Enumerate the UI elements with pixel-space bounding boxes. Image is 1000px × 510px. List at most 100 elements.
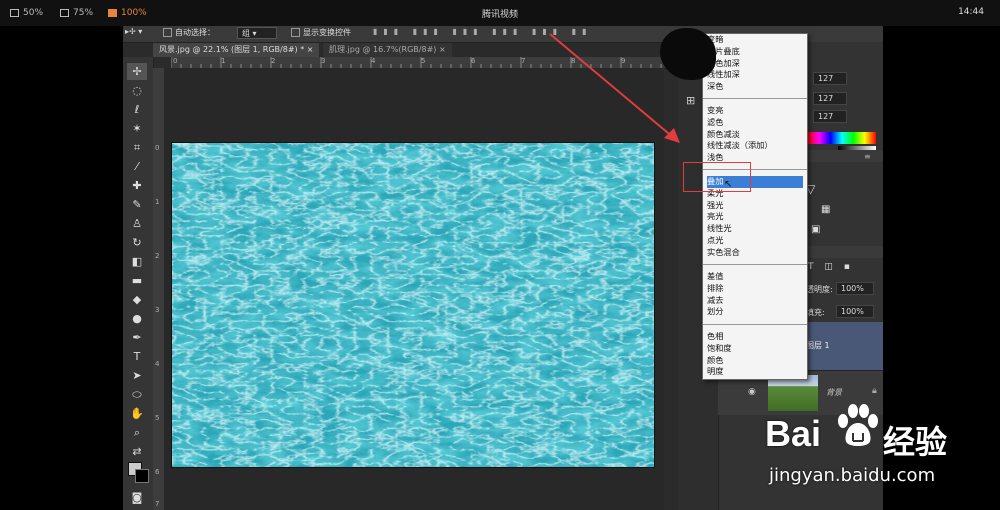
type-tool-icon[interactable]: T xyxy=(127,348,147,365)
blend-mode-menu[interactable]: 变暗 正片叠底 颜色加深 线性加深 深色 变亮 滤色 颜色减淡 线性减淡（添加）… xyxy=(702,33,808,380)
blend-linear-dodge[interactable]: 线性减淡（添加） xyxy=(707,140,803,152)
shape-tool-icon[interactable]: ⬭ xyxy=(127,386,147,403)
checkbox-icon xyxy=(163,28,172,37)
player-title: 腾讯视频 xyxy=(481,10,518,20)
opacity-field[interactable]: 100% xyxy=(836,282,874,295)
quick-mask-icon[interactable]: ◙ xyxy=(127,489,147,506)
blend-hue[interactable]: 色相 xyxy=(707,331,803,343)
stamp-tool-icon[interactable]: ♙ xyxy=(127,215,147,232)
ruler-label: 1 xyxy=(221,57,226,65)
ruler-label: 0 xyxy=(173,57,178,65)
layer-name: 图层 1 xyxy=(806,341,830,350)
lasso-tool-icon[interactable]: ℓ xyxy=(127,101,147,118)
blend-color[interactable]: 颜色 xyxy=(707,355,803,367)
auto-select-checkbox[interactable]: 自动选择： xyxy=(163,27,215,38)
layer-filter-icons[interactable]: T ◫ ▪ xyxy=(808,262,854,272)
fill-label: 填充: xyxy=(806,308,825,317)
ruler-label: 4 xyxy=(371,57,376,65)
ruler-label: 0 xyxy=(155,144,160,152)
ruler-label: 6 xyxy=(155,468,160,476)
grid-adjust-icon[interactable]: ▦ xyxy=(821,204,830,215)
color-r-field[interactable]: 127 xyxy=(813,72,847,85)
eye-icon[interactable]: ◉ xyxy=(748,387,756,397)
eyedropper-icon[interactable]: ⁄ xyxy=(127,158,147,175)
move-tool-icon[interactable]: ✢ xyxy=(127,63,147,80)
watermark-url: jingyan.baidu.com xyxy=(769,465,936,486)
path-select-icon[interactable]: ➤ xyxy=(127,367,147,384)
tools-panel: ✢ ◌ ℓ ✶ ⌗ ⁄ ✚ ✎ ♙ ↻ ◧ ▬ ◆ ● ✒ T ➤ ⬭ ✋ ⌕ … xyxy=(123,57,154,510)
close-icon[interactable]: × xyxy=(439,45,446,54)
dodge-tool-icon[interactable]: ● xyxy=(127,310,147,327)
ruler-label: 6 xyxy=(471,57,476,65)
blend-saturation[interactable]: 饱和度 xyxy=(707,343,803,355)
ruler-label: 3 xyxy=(321,57,326,65)
blend-luminosity[interactable]: 明度 xyxy=(707,366,803,378)
blend-color-burn[interactable]: 颜色加深 xyxy=(707,58,803,70)
move-tool-preset[interactable]: ▸✢ ▾ xyxy=(125,27,142,36)
paint-texture xyxy=(172,143,654,467)
pen-tool-icon[interactable]: ✒ xyxy=(127,329,147,346)
blend-lighten[interactable]: 变亮 xyxy=(707,105,803,117)
hand-tool-icon[interactable]: ✋ xyxy=(127,405,147,422)
color-g-field[interactable]: 127 xyxy=(813,92,847,105)
blend-divide[interactable]: 划分 xyxy=(707,306,803,318)
annotation-highlight-box xyxy=(683,162,751,192)
paw-icon xyxy=(838,404,878,446)
checkbox-icon xyxy=(291,28,300,37)
blend-hard-mix[interactable]: 实色混合 xyxy=(707,247,803,259)
blend-linear-light[interactable]: 线性光 xyxy=(707,223,803,235)
marquee-tool-icon[interactable]: ◌ xyxy=(127,82,147,99)
auto-select-dropdown[interactable]: 组 ▾ xyxy=(237,27,277,39)
ruler-label: 5 xyxy=(421,57,426,65)
eraser-tool-icon[interactable]: ◧ xyxy=(127,253,147,270)
blend-linear-burn[interactable]: 线性加深 xyxy=(707,69,803,81)
ruler-label: 4 xyxy=(155,360,160,368)
baidu-jingyan-watermark: Bai 经验 jingyan.baidu.com xyxy=(765,395,990,505)
gradient-tool-icon[interactable]: ▬ xyxy=(127,272,147,289)
blend-darken[interactable]: 变暗 xyxy=(707,34,803,46)
mouse-cursor-icon: ↖ xyxy=(724,179,733,190)
blend-vivid-light[interactable]: 亮光 xyxy=(707,211,803,223)
show-transform-checkbox[interactable]: 显示变换控件 xyxy=(291,27,351,38)
fill-field[interactable]: 100% xyxy=(836,305,874,318)
ruler-label: 3 xyxy=(155,306,160,314)
blend-hard-light[interactable]: 强光 xyxy=(707,200,803,212)
blend-exclusion[interactable]: 排除 xyxy=(707,283,803,295)
blend-difference[interactable]: 差值 xyxy=(707,271,803,283)
close-icon[interactable]: × xyxy=(307,45,314,54)
blend-pin-light[interactable]: 点光 xyxy=(707,235,803,247)
background-color-swatch[interactable] xyxy=(135,469,149,483)
brush-tool-icon[interactable]: ✎ xyxy=(127,196,147,213)
ruler-label: 7 xyxy=(155,500,160,508)
history-brush-icon[interactable]: ↻ xyxy=(127,234,147,251)
menu-separator xyxy=(703,98,807,99)
magic-wand-icon[interactable]: ✶ xyxy=(127,120,147,137)
ruler-label: 5 xyxy=(155,414,160,422)
ruler-label: 1 xyxy=(155,198,160,206)
tab-jili[interactable]: 肌理.jpg @ 16.7%(RGB/8#) × xyxy=(323,43,452,57)
menu-separator xyxy=(703,264,807,265)
player-top-bar: 50% 75% 100% 腾讯视频 14:44 xyxy=(0,0,1000,26)
blend-darker-color[interactable]: 深色 xyxy=(707,81,803,93)
texture-image[interactable] xyxy=(171,142,655,468)
watermark-brand-cn: 经验 xyxy=(883,423,948,461)
blend-screen[interactable]: 滤色 xyxy=(707,117,803,129)
ruler-label: 2 xyxy=(155,252,160,260)
blend-subtract[interactable]: 减去 xyxy=(707,295,803,307)
watermark-brand: Bai xyxy=(765,413,822,454)
blend-multiply[interactable]: 正片叠底 xyxy=(707,46,803,58)
blur-tool-icon[interactable]: ◆ xyxy=(127,291,147,308)
ruler-label: 2 xyxy=(271,57,276,65)
color-ramp[interactable] xyxy=(808,132,876,144)
annotation-arrow xyxy=(549,33,680,143)
panel-menu-icon[interactable]: ≡ xyxy=(864,152,871,161)
blend-color-dodge[interactable]: 颜色减淡 xyxy=(707,129,803,141)
color-b-field[interactable]: 127 xyxy=(813,110,847,123)
gradient-map-icon[interactable]: ▣ xyxy=(811,224,820,235)
swap-colors-icon[interactable]: ⇄ xyxy=(127,443,147,460)
zoom-tool-icon[interactable]: ⌕ xyxy=(127,424,147,441)
healing-brush-icon[interactable]: ✚ xyxy=(127,177,147,194)
crop-tool-icon[interactable]: ⌗ xyxy=(127,139,147,156)
tab-fengjing[interactable]: 风景.jpg @ 22.1% (图层 1, RGB/8#) * × xyxy=(153,43,320,57)
menu-separator xyxy=(703,324,807,325)
